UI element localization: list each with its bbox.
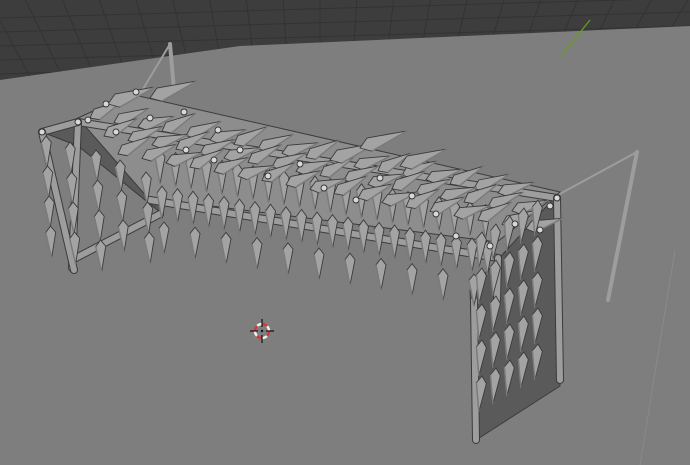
joint (486, 242, 494, 250)
joint (182, 146, 190, 154)
joint (84, 116, 92, 124)
joint (210, 156, 218, 164)
joint (180, 108, 188, 116)
grid-line (0, 19, 33, 81)
joint (74, 118, 82, 126)
joint (408, 192, 416, 200)
joint (320, 184, 328, 192)
joint (38, 128, 46, 136)
viewport-scene[interactable] (0, 0, 690, 465)
joint (112, 128, 120, 136)
beam (554, 195, 563, 383)
joint (432, 210, 440, 218)
joint (352, 196, 360, 204)
joint (511, 220, 519, 228)
joint (236, 146, 244, 154)
joint (536, 226, 544, 234)
joint (296, 160, 304, 168)
joint (102, 100, 110, 108)
3d-viewport[interactable] (0, 0, 690, 465)
beam (471, 297, 479, 443)
joint (376, 174, 384, 182)
joint (214, 126, 222, 134)
joint (132, 88, 140, 96)
joint (553, 194, 561, 202)
grid-line (25, 0, 65, 81)
joint (146, 114, 154, 122)
joint (264, 172, 272, 180)
joint (546, 202, 554, 210)
joint (452, 232, 460, 240)
